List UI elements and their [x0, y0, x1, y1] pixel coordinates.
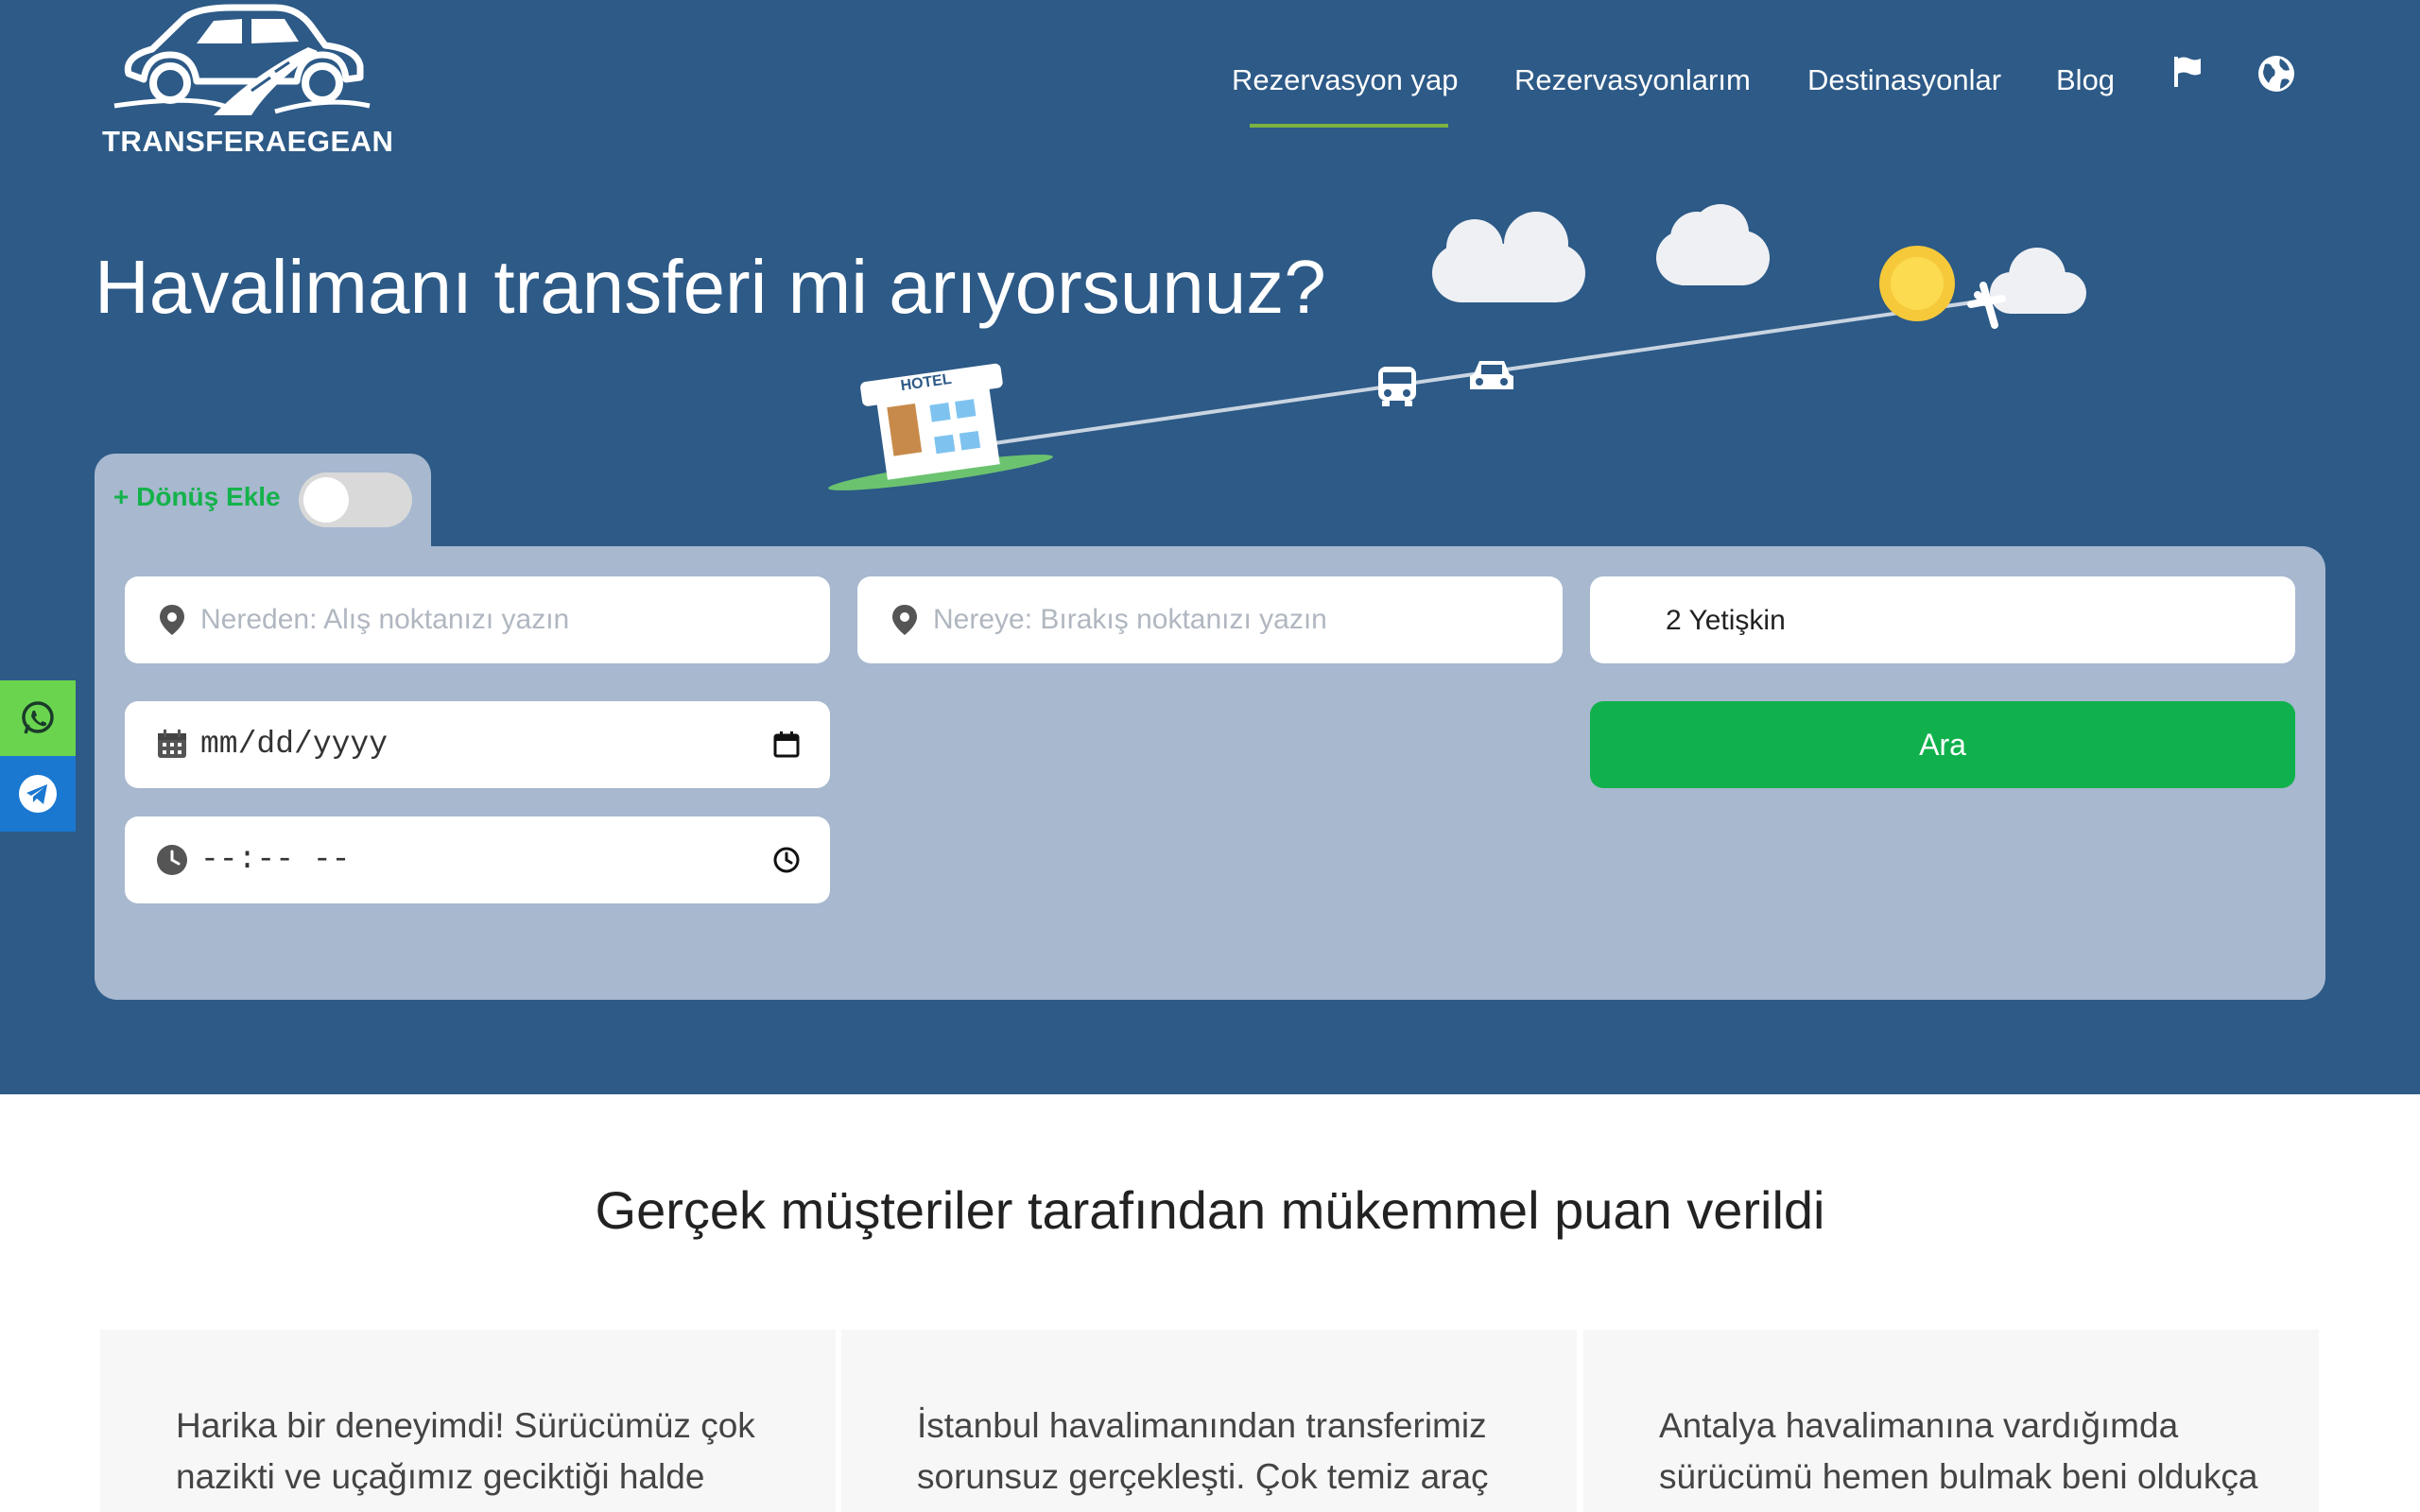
telegram-button[interactable] — [0, 756, 76, 832]
date-placeholder: mm/dd/yyyy — [200, 727, 389, 762]
nav-item-my-bookings[interactable]: Rezervasyonlarım — [1514, 55, 1751, 106]
flag-icon[interactable] — [2170, 55, 2204, 89]
nav-item-book[interactable]: Rezervasyon yap — [1232, 55, 1459, 106]
nav-item-destinations[interactable]: Destinasyonlar — [1807, 55, 2001, 106]
globe-icon[interactable] — [2257, 55, 2294, 92]
time-placeholder: --:-- -- — [200, 842, 351, 877]
passengers-value: 2 Yetişkin — [1666, 605, 1786, 636]
brand-logo[interactable]: TRANSFERAEGEAN — [98, 0, 401, 165]
review-card: Harika bir deneyimdi! Sürücümüz çok nazi… — [100, 1330, 836, 1512]
add-return-label[interactable]: + Dönüş Ekle — [113, 482, 281, 512]
search-button[interactable]: Ara — [1590, 701, 2295, 788]
calendar-picker-icon[interactable] — [769, 728, 804, 762]
hotel-label: HOTEL — [900, 371, 953, 394]
to-field[interactable] — [857, 576, 1563, 663]
telegram-icon — [19, 775, 57, 813]
review-text: İstanbul havalimanından transferimiz sor… — [917, 1406, 1489, 1496]
review-card: Antalya havalimanına vardığımda sürücümü… — [1583, 1330, 2319, 1512]
review-text: Harika bir deneyimdi! Sürücümüz çok nazi… — [176, 1406, 755, 1496]
date-field[interactable]: mm/dd/yyyy — [125, 701, 830, 788]
from-input[interactable] — [125, 576, 830, 663]
hero-section: TRANSFERAEGEAN Rezervasyon yap Rezervasy… — [0, 0, 2420, 1094]
whatsapp-icon — [22, 701, 54, 734]
nav-item-blog[interactable]: Blog — [2056, 55, 2115, 106]
car-logo-icon — [113, 4, 371, 115]
clock-picker-icon[interactable] — [769, 843, 804, 877]
brand-name: TRANSFERAEGEAN — [102, 125, 394, 158]
nav-active-indicator — [1250, 124, 1448, 128]
to-input[interactable] — [857, 576, 1563, 663]
toggle-knob — [303, 477, 349, 523]
add-return-toggle[interactable] — [299, 472, 412, 527]
map-pin-icon — [892, 605, 917, 635]
review-text: Antalya havalimanına vardığımda sürücümü… — [1659, 1406, 2258, 1496]
time-field[interactable]: --:-- -- — [125, 816, 830, 903]
reviews-title: Gerçek müşteriler tarafından mükemmel pu… — [595, 1180, 1825, 1240]
from-field[interactable] — [125, 576, 830, 663]
clock-icon — [157, 845, 187, 875]
review-card: İstanbul havalimanından transferimiz sor… — [841, 1330, 1577, 1512]
passengers-field[interactable]: 2 Yetişkin — [1590, 576, 2295, 663]
map-pin-icon — [160, 605, 184, 635]
calendar-icon — [158, 730, 186, 758]
hero-title: Havalimanı transferi mi arıyorsunuz? — [95, 245, 1326, 329]
whatsapp-button[interactable] — [0, 680, 76, 756]
